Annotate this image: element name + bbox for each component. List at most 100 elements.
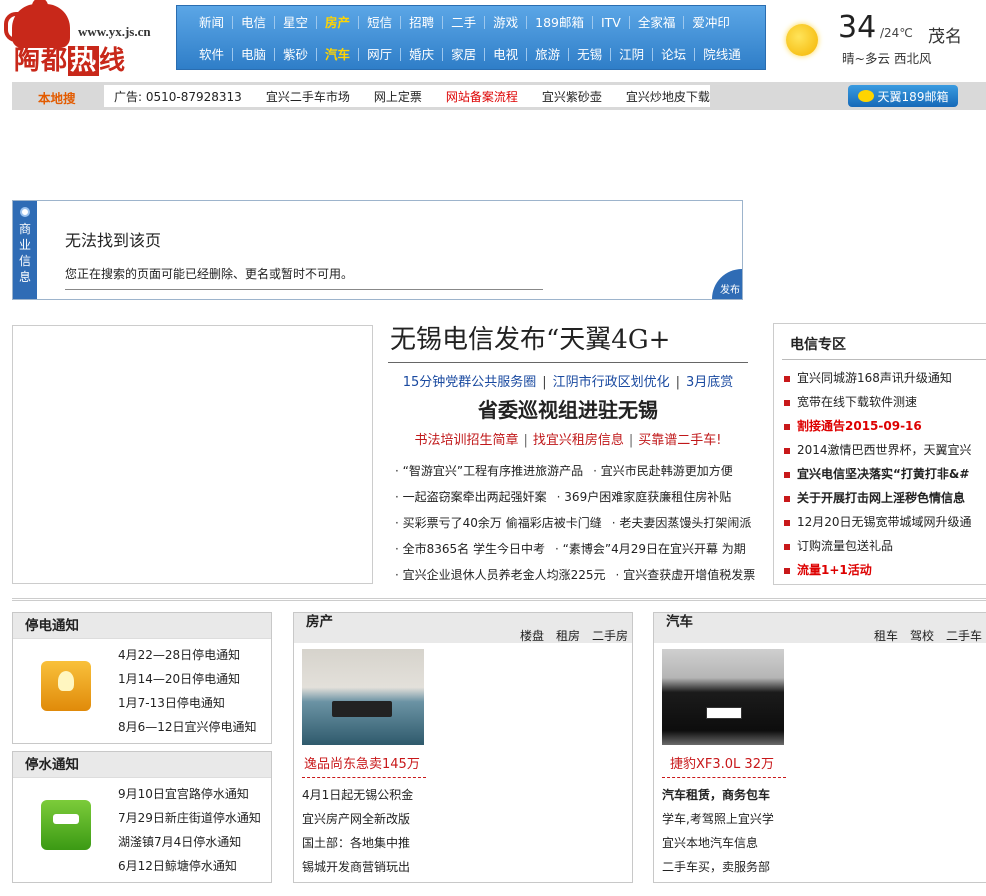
telecom-item[interactable]: 割接通告2015-09-16 — [784, 414, 986, 438]
kitchen-photo[interactable] — [302, 649, 424, 745]
headline-link[interactable]: 3月底赏 — [680, 375, 739, 390]
nav-item[interactable]: 爱冲印 — [684, 16, 738, 29]
car-caption[interactable]: 捷豹XF3.0L 32万 — [670, 753, 774, 772]
real-estate-caption[interactable]: 逸品尚东急卖145万 — [304, 753, 420, 772]
ad-link[interactable]: 宜兴炒地皮下载 — [626, 88, 710, 105]
circle-icon — [20, 207, 30, 217]
ad-link[interactable]: 宜兴紫砂壶 — [542, 88, 602, 105]
nav-item[interactable]: 紫砂 — [275, 47, 318, 61]
car-item[interactable]: 二手车买，卖服务部 — [662, 855, 774, 879]
headline-link[interactable]: 15分钟党群公共服务圈 — [397, 375, 543, 390]
telecom-item[interactable]: 订购流量包送礼品 — [784, 534, 986, 558]
nav-item[interactable]: 招聘 — [401, 15, 444, 29]
real-estate-item[interactable]: 宜兴房产网全新改版 — [302, 807, 413, 831]
nav-item[interactable]: 短信 — [359, 15, 402, 29]
news-item[interactable]: 宜兴查获虚开增值税发票 — [616, 562, 755, 588]
nav-item[interactable]: 院线通 — [695, 48, 749, 61]
news-item[interactable]: 369户困难家庭获廉租住房补贴 — [557, 484, 731, 510]
headline-title-2[interactable]: 省委巡视组进驻无锡 — [380, 394, 756, 423]
news-item[interactable]: 全市8365名 学生今日中考 — [395, 536, 545, 562]
water-outage-item[interactable]: 6月12日鲸塘停水通知 — [118, 854, 261, 878]
ad-link[interactable]: 网上定票 — [374, 88, 422, 105]
local-search-label[interactable]: 本地搜 — [38, 88, 76, 107]
car-item[interactable]: 宜兴本地汽车信息 — [662, 831, 774, 855]
news-item[interactable]: 一起盗窃案牵出两起强奸案 — [395, 484, 547, 510]
business-info-frame: 商业信息 无法找到该页 您正在搜索的页面可能已经删除、更名或暂时不可用。 发布 — [12, 200, 743, 300]
section-link[interactable]: 租房 — [556, 627, 580, 644]
car-item[interactable]: 学车,考驾照上宜兴学 — [662, 807, 774, 831]
nav-item[interactable]: ITV — [593, 15, 630, 29]
nav-item[interactable]: 无锡 — [569, 47, 612, 61]
section-link[interactable]: 楼盘 — [520, 627, 544, 644]
nav-item[interactable]: 电视 — [485, 47, 528, 61]
publish-button[interactable]: 发布 — [712, 269, 742, 299]
section-link[interactable]: 二手车 — [946, 627, 982, 644]
telecom-item[interactable]: 流量1+1活动 — [784, 558, 986, 582]
telecom-item[interactable]: 关于开展打击网上淫秽色情信息 — [784, 486, 986, 510]
nav-item[interactable]: 新闻 — [191, 15, 234, 29]
tianyi-mail-button[interactable]: 天翼189邮箱 — [848, 85, 958, 107]
headline-link[interactable]: 找宜兴租房信息 — [528, 433, 629, 448]
news-item[interactable]: “素博会”4月29日在宜兴开幕 为期 — [555, 536, 746, 562]
power-outage-item[interactable]: 1月7-13日停电通知 — [118, 691, 257, 715]
nav-item[interactable]: 电信 — [233, 15, 276, 29]
headline-links-1: 15分钟党群公共服务圈 | 江阴市行政区划优化 | 3月底赏 — [380, 371, 756, 390]
power-outage-box: 停电通知 4月22—28日停电通知 1月14—20日停电通知 1月7-13日停电通知… — [12, 612, 272, 744]
news-item[interactable]: 宜兴市民赴韩游更加方便 — [593, 458, 733, 484]
water-outage-item[interactable]: 7月29日新庄街道停水通知 — [118, 806, 261, 830]
headline-link[interactable]: 江阴市行政区划优化 — [547, 375, 676, 390]
nav-item[interactable]: 旅游 — [527, 47, 570, 61]
nav-item[interactable]: 房产 — [317, 15, 360, 29]
real-estate-item[interactable]: 4月1日起无锡公积金 — [302, 783, 413, 807]
telecom-item[interactable]: 宽带在线下载软件测速 — [784, 390, 986, 414]
weather-city[interactable]: 茂名 — [928, 22, 962, 47]
car-photo[interactable] — [662, 649, 784, 745]
power-outage-item[interactable]: 8月6—12日宜兴停电通知 — [118, 715, 257, 739]
news-item[interactable]: “智游宜兴”工程有序推进旅游产品 — [395, 458, 583, 484]
nav-item[interactable]: 二手 — [443, 15, 486, 29]
real-estate-item[interactable]: 国土部：各地集中推 — [302, 831, 413, 855]
divider — [65, 289, 543, 290]
nav-item[interactable]: 汽车 — [317, 47, 360, 61]
separator: | — [542, 375, 547, 390]
nav-item[interactable]: 软件 — [191, 47, 234, 61]
ad-link[interactable]: 宜兴二手车市场 — [266, 88, 350, 105]
section-link[interactable]: 二手房 — [592, 627, 628, 644]
nav-item[interactable]: 家居 — [443, 47, 486, 61]
site-logo[interactable]: www.yx.js.cn 陶都热线 — [4, 0, 170, 76]
power-outage-item[interactable]: 4月22—28日停电通知 — [118, 643, 257, 667]
ad-link[interactable]: 网站备案流程 — [446, 88, 518, 105]
nav-item[interactable]: 电脑 — [233, 47, 276, 61]
telecom-item[interactable]: 宜兴电信坚决落实“打黄打非&# — [784, 462, 986, 486]
headline-link[interactable]: 书法培训招生简章 — [409, 433, 523, 448]
headline-link[interactable]: 买靠谱二手车! — [633, 433, 726, 448]
nav-item[interactable]: 网厅 — [359, 47, 402, 61]
section-link[interactable]: 租车 — [874, 627, 898, 644]
nav-item[interactable]: 婚庆 — [401, 47, 444, 61]
section-link[interactable]: 驾校 — [910, 627, 934, 644]
telecom-item[interactable]: 宜兴同城游168声讯升级通知 — [784, 366, 986, 390]
nav-item[interactable]: 游戏 — [485, 15, 528, 29]
nav-item[interactable]: 全家福 — [630, 15, 685, 29]
nav-item[interactable]: 江阴 — [611, 47, 654, 61]
news-item[interactable]: 买彩票亏了40余万 偷福彩店被卡门缝 — [395, 510, 602, 536]
headline-title[interactable]: 无锡电信发布“天翼4G+ — [380, 320, 756, 360]
nav-item[interactable]: 论坛 — [653, 47, 696, 61]
business-info-tab[interactable]: 商业信息 — [13, 201, 37, 299]
news-item[interactable]: 宜兴企业退休人员养老金人均涨225元 — [395, 562, 606, 588]
logo-url: www.yx.js.cn — [78, 24, 151, 39]
car-links: 租车 驾校 二手车 — [862, 627, 982, 644]
news-item[interactable]: 老夫妻因蒸馒头打架闹派 — [612, 510, 751, 536]
ad-link[interactable]: 广告: 0510-87928313 — [114, 88, 242, 105]
real-estate-item[interactable]: 锡城开发商营销玩出 — [302, 855, 413, 879]
weather-desc: 晴~多云 西北风 — [842, 51, 932, 66]
nav-item[interactable]: 星空 — [275, 15, 318, 29]
telecom-item[interactable]: 2014激情巴西世界杯，天翼宜兴 — [784, 438, 986, 462]
car-item[interactable]: 汽车租赁，商务包车 — [662, 783, 774, 807]
water-outage-item[interactable]: 湖滏镇7月4日停水通知 — [118, 830, 261, 854]
car-box: 汽车 租车 驾校 二手车 捷豹XF3.0L 32万 汽车租赁，商务包车 学车,考驾照上… — [653, 612, 986, 883]
water-outage-item[interactable]: 9月10日宜宫路停水通知 — [118, 782, 261, 806]
power-outage-item[interactable]: 1月14—20日停电通知 — [118, 667, 257, 691]
telecom-item[interactable]: 12月20日无锡宽带城域网升级通 — [784, 510, 986, 534]
nav-item[interactable]: 189邮箱 — [527, 15, 593, 29]
